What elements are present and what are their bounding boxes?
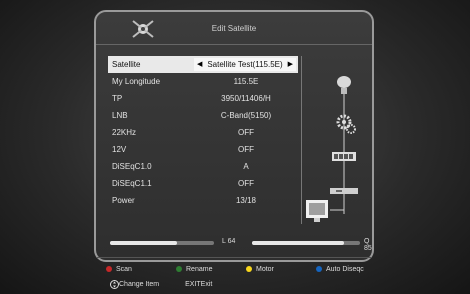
menu-row-label: Satellite	[112, 60, 141, 69]
rename-button[interactable]: Rename	[164, 266, 234, 273]
quality-bar	[252, 241, 360, 245]
menu-row-value: A	[243, 162, 249, 171]
edit-satellite-panel: Edit Satellite Satellite ◀ Satellite Tes…	[94, 10, 374, 262]
title-bar: Edit Satellite	[96, 12, 372, 45]
red-button-icon	[106, 266, 112, 272]
auto-diseqc-button-label: Auto Diseqc	[326, 265, 364, 273]
menu-row-diseqc10[interactable]: DiSEqC1.0 A	[108, 158, 298, 175]
level-bar	[110, 241, 214, 245]
menu-row-value: OFF	[238, 179, 254, 188]
color-button-bar: Scan Rename Motor Auto Diseqc	[94, 262, 374, 276]
menu-row-value: Satellite Test(115.5E)	[207, 60, 283, 69]
change-item-hint: Change Item	[110, 279, 160, 289]
menu-row-power[interactable]: Power 13/18	[108, 192, 298, 209]
page-title: Edit Satellite	[211, 23, 257, 33]
tv-screen: Edit Satellite Satellite ◀ Satellite Tes…	[0, 0, 470, 294]
lnb-gear-icon	[336, 114, 356, 134]
level-label: L 64	[222, 238, 236, 245]
menu-row-value: 13/18	[235, 196, 257, 205]
menu-row-tp[interactable]: TP 3950/11406/H	[108, 90, 298, 107]
menu-row-label: 12V	[112, 145, 127, 154]
receiver-icon	[330, 188, 358, 194]
menu-row-value: 115.5E	[233, 77, 259, 86]
satellite-logo-icon	[132, 20, 154, 38]
diseqc-switch-icon	[332, 152, 356, 161]
arrow-right-icon[interactable]: ▶	[285, 58, 296, 71]
menu-row-lnb[interactable]: LNB C-Band(5150)	[108, 107, 298, 124]
level-bar-fill	[110, 241, 177, 245]
exit-key: EXIT	[185, 280, 201, 288]
yellow-button-icon	[246, 266, 252, 272]
scan-button[interactable]: Scan	[94, 266, 164, 273]
settings-menu: Satellite ◀ Satellite Test(115.5E) ▶ My …	[108, 56, 298, 209]
menu-row-value: C-Band(5150)	[220, 111, 272, 120]
green-button-icon	[176, 266, 182, 272]
menu-row-label: 22KHz	[112, 128, 137, 137]
menu-row-label: TP	[112, 94, 123, 103]
exit-label: Exit	[200, 280, 213, 288]
menu-row-satellite[interactable]: Satellite ◀ Satellite Test(115.5E) ▶	[108, 56, 298, 73]
signal-meter: L 64 Q 85	[110, 238, 372, 252]
menu-row-diseqc11[interactable]: DiSEqC1.1 OFF	[108, 175, 298, 192]
menu-row-22khz[interactable]: 22KHz OFF	[108, 124, 298, 141]
quality-label: Q 85	[364, 238, 372, 252]
menu-row-my-longitude[interactable]: My Longitude 115.5E	[108, 73, 298, 90]
signal-path-diagram	[306, 76, 358, 222]
scan-button-label: Scan	[116, 265, 132, 273]
menu-row-value: 3950/11406/H	[221, 94, 271, 103]
dpad-icon	[110, 279, 119, 289]
satellite-selector[interactable]: ◀ Satellite Test(115.5E) ▶	[194, 58, 296, 71]
auto-diseqc-button[interactable]: Auto Diseqc	[304, 266, 374, 273]
menu-row-label: Power	[112, 196, 135, 205]
menu-row-12v[interactable]: 12V OFF	[108, 141, 298, 158]
menu-row-label: DiSEqC1.0	[112, 162, 152, 171]
motor-button[interactable]: Motor	[234, 266, 304, 273]
arrow-left-icon[interactable]: ◀	[194, 58, 205, 71]
satellite-dish-icon	[337, 76, 351, 94]
menu-row-label: DiSEqC1.1	[112, 179, 152, 188]
blue-button-icon	[316, 266, 322, 272]
rename-button-label: Rename	[186, 265, 213, 273]
quality-bar-fill	[252, 241, 344, 245]
footer-divider	[96, 257, 372, 258]
tv-monitor-icon	[306, 200, 328, 222]
menu-row-label: My Longitude	[112, 77, 161, 86]
menu-row-value: OFF	[238, 128, 254, 137]
exit-hint: EXITExit	[185, 281, 212, 288]
change-item-label: Change Item	[119, 280, 160, 288]
menu-row-value: OFF	[238, 145, 254, 154]
menu-row-label: LNB	[112, 111, 128, 120]
divider	[301, 56, 302, 224]
help-bar: Change Item EXITExit	[94, 278, 374, 290]
motor-button-label: Motor	[256, 265, 274, 273]
